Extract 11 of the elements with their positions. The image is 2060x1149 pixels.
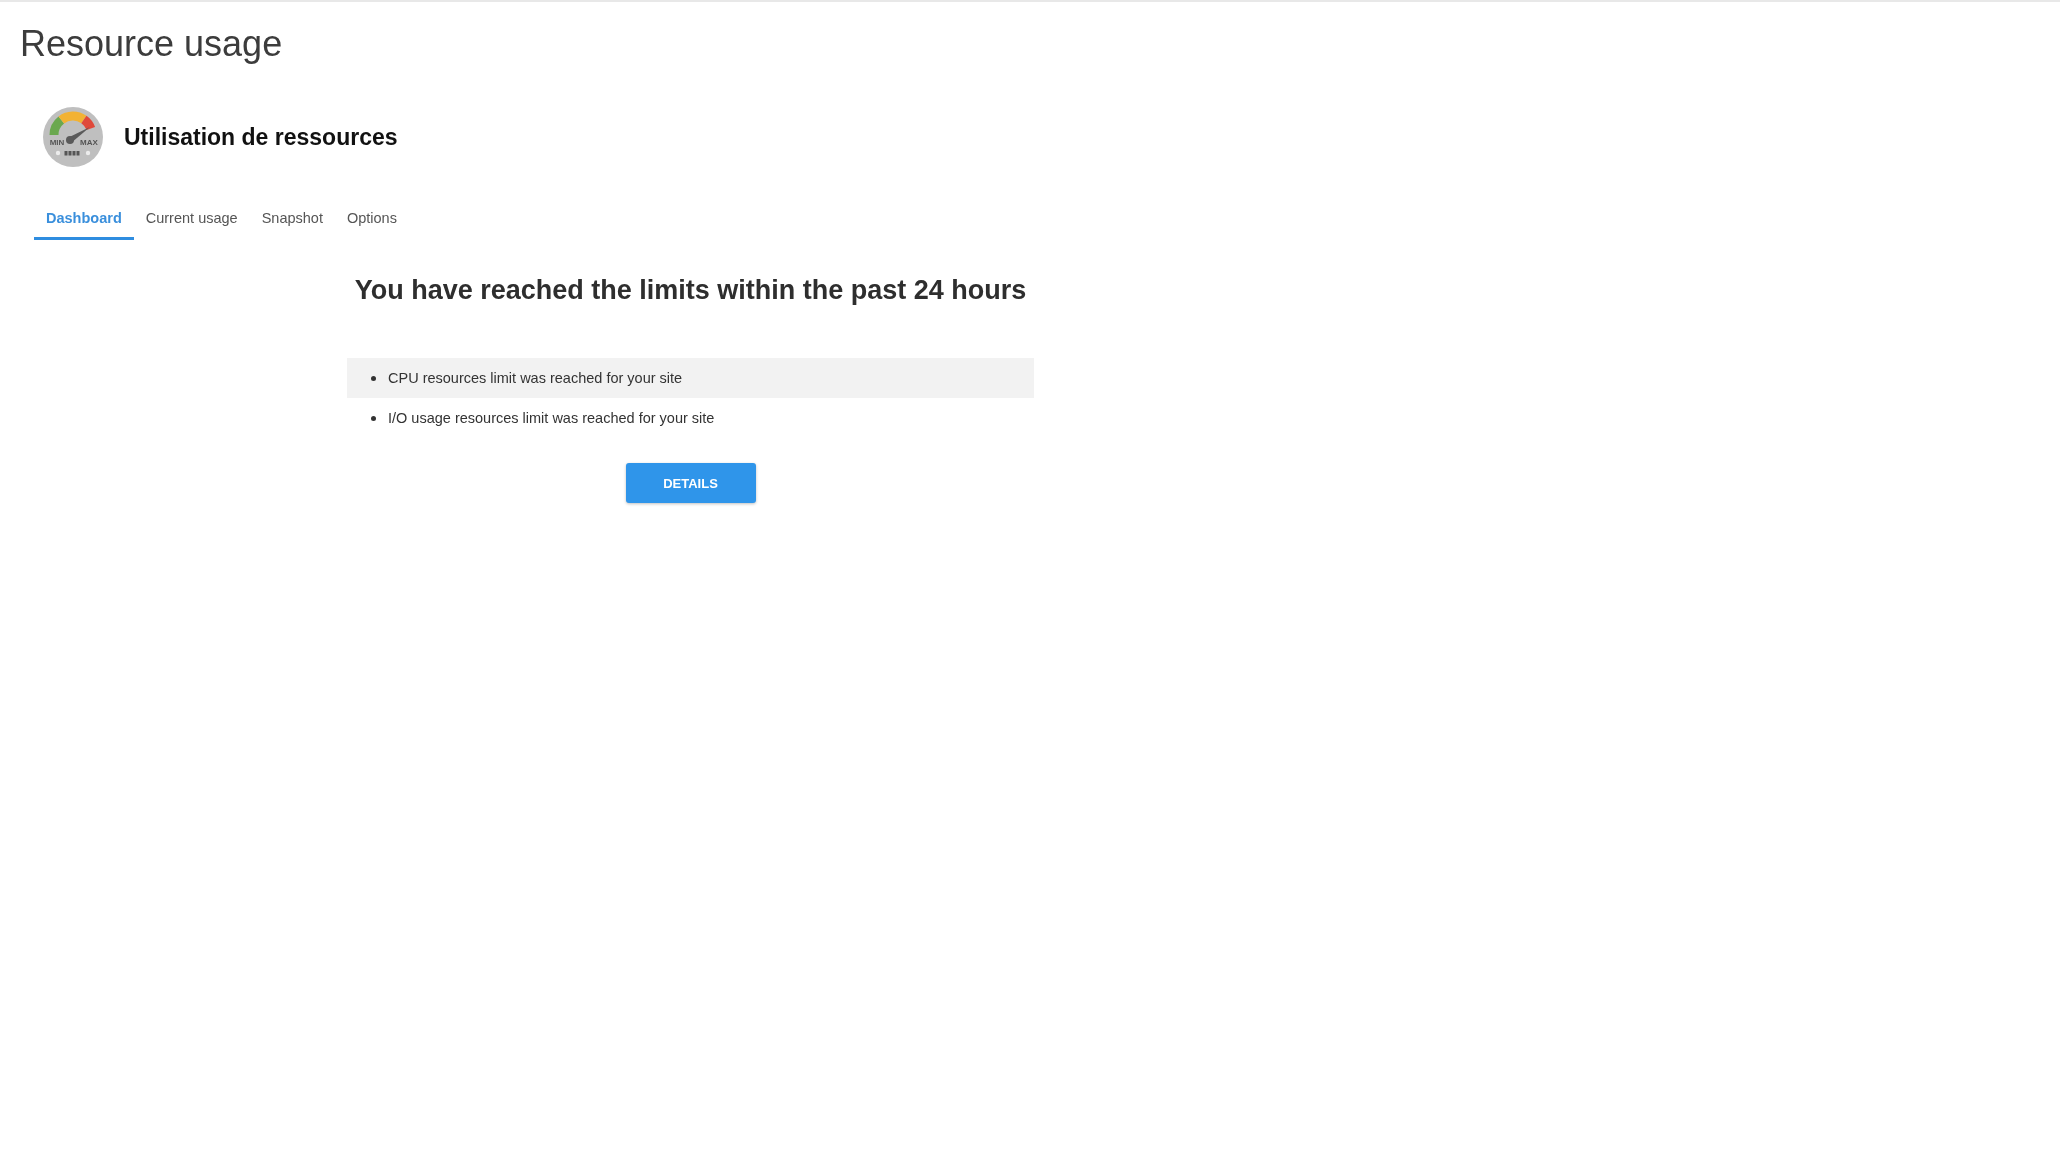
tab[interactable]: Options (334, 198, 409, 240)
alert-heading: You have reached the limits within the past 24 hours (354, 274, 1027, 307)
page-title: Resource usage (20, 22, 283, 66)
list-item-text: CPU resources limit was reached for your site (388, 370, 683, 386)
app-title: Utilisation de ressources (124, 123, 398, 151)
tab[interactable]: Snapshot (249, 198, 335, 240)
list-item-text: I/O usage resources limit was reached for your site (388, 410, 715, 426)
gauge-icon: MIN MAX (43, 107, 103, 167)
bullet-icon (371, 415, 376, 421)
bullet-icon (371, 375, 376, 381)
tab[interactable]: Current usage (133, 198, 250, 240)
